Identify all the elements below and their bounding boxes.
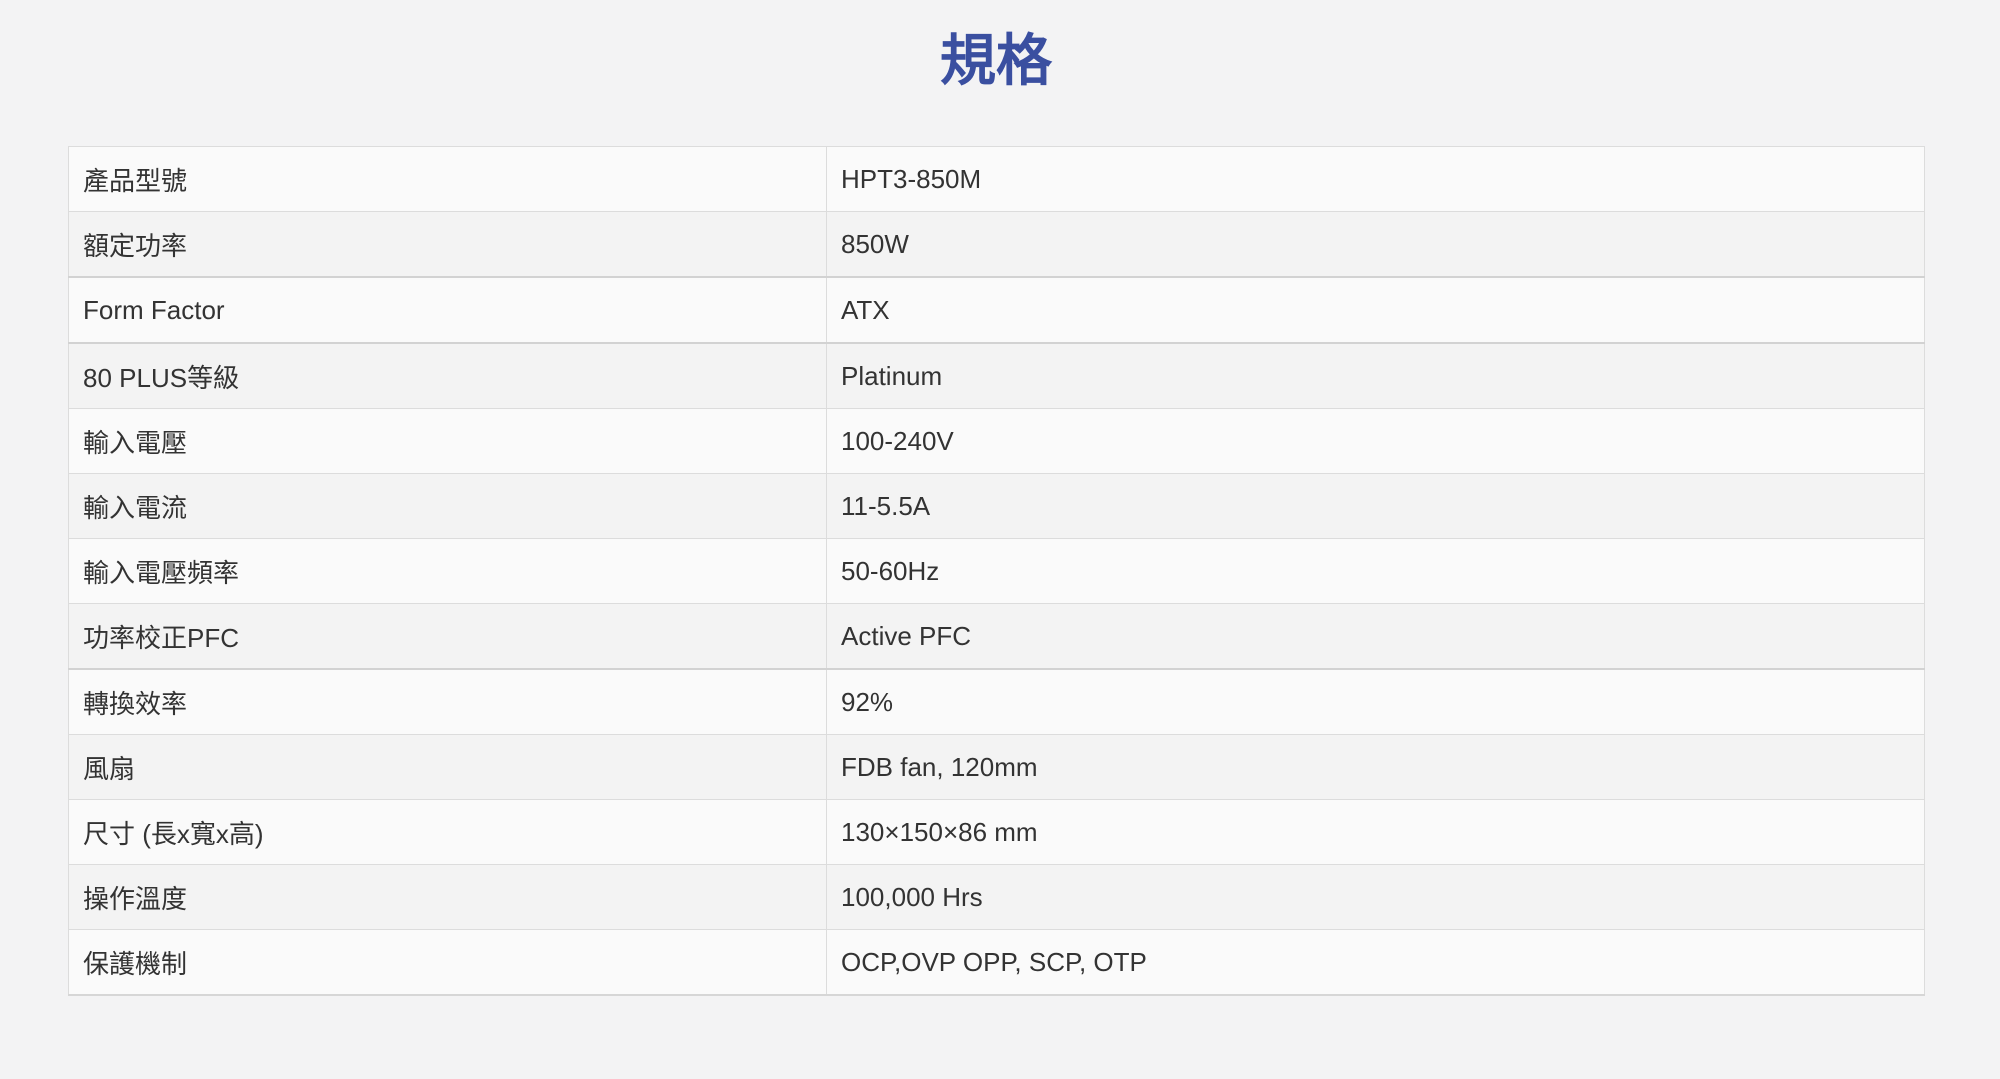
spec-value-operating-temp: 100,000 Hrs bbox=[826, 864, 1925, 930]
table-row-efficiency: 轉換效率 92% bbox=[68, 668, 1925, 735]
spec-value-rated-power: 850W bbox=[826, 211, 1925, 278]
spec-value-80plus: Platinum bbox=[826, 342, 1925, 409]
spec-label-input-voltage: 輸入電壓 bbox=[68, 408, 827, 474]
table-row-fan: 風扇 FDB fan, 120mm bbox=[68, 734, 1925, 800]
spec-value-fan: FDB fan, 120mm bbox=[826, 734, 1925, 800]
spec-value-form-factor: ATX bbox=[826, 276, 1925, 344]
spec-label-fan: 風扇 bbox=[68, 734, 827, 800]
spec-value-model: HPT3-850M bbox=[826, 146, 1925, 212]
table-row-protection: 保護機制 OCP,OVP OPP, SCP, OTP bbox=[68, 929, 1925, 996]
table-row-input-frequency: 輸入電壓頻率 50-60Hz bbox=[68, 538, 1925, 604]
spec-table: 產品型號 HPT3-850M 額定功率 850W Form Factor ATX… bbox=[68, 146, 1925, 996]
page-title: 規格 bbox=[940, 29, 1052, 94]
table-row-dimensions: 尺寸 (長x寬x高) 130×150×86 mm bbox=[68, 799, 1925, 865]
spec-label-input-current: 輸入電流 bbox=[68, 473, 827, 539]
table-row-pfc: 功率校正PFC Active PFC bbox=[68, 603, 1925, 670]
table-row-80plus: 80 PLUS等級 Platinum bbox=[68, 342, 1925, 409]
spec-label-protection: 保護機制 bbox=[68, 929, 827, 996]
spec-label-dimensions: 尺寸 (長x寬x高) bbox=[68, 799, 827, 865]
spec-value-input-frequency: 50-60Hz bbox=[826, 538, 1925, 604]
spec-value-input-voltage: 100-240V bbox=[826, 408, 1925, 474]
spec-value-efficiency: 92% bbox=[826, 668, 1925, 735]
spec-value-dimensions: 130×150×86 mm bbox=[826, 799, 1925, 865]
spec-label-pfc: 功率校正PFC bbox=[68, 603, 827, 670]
table-row-model: 產品型號 HPT3-850M bbox=[68, 146, 1925, 212]
spec-value-input-current: 11-5.5A bbox=[826, 473, 1925, 539]
table-row-input-voltage: 輸入電壓 100-240V bbox=[68, 408, 1925, 474]
table-row-input-current: 輸入電流 11-5.5A bbox=[68, 473, 1925, 539]
spec-table-body: 產品型號 HPT3-850M 額定功率 850W Form Factor ATX… bbox=[68, 146, 1925, 996]
spec-label-model: 產品型號 bbox=[68, 146, 827, 212]
spec-label-efficiency: 轉換效率 bbox=[68, 668, 827, 735]
spec-value-pfc: Active PFC bbox=[826, 603, 1925, 670]
table-row-form-factor: Form Factor ATX bbox=[68, 276, 1925, 344]
table-row-operating-temp: 操作溫度 100,000 Hrs bbox=[68, 864, 1925, 930]
spec-label-operating-temp: 操作溫度 bbox=[68, 864, 827, 930]
spec-label-form-factor: Form Factor bbox=[68, 276, 827, 344]
spec-label-input-frequency: 輸入電壓頻率 bbox=[68, 538, 827, 604]
spec-label-80plus: 80 PLUS等級 bbox=[68, 342, 827, 409]
spec-value-protection: OCP,OVP OPP, SCP, OTP bbox=[826, 929, 1925, 996]
table-row-rated-power: 額定功率 850W bbox=[68, 211, 1925, 278]
spec-label-rated-power: 額定功率 bbox=[68, 211, 827, 278]
